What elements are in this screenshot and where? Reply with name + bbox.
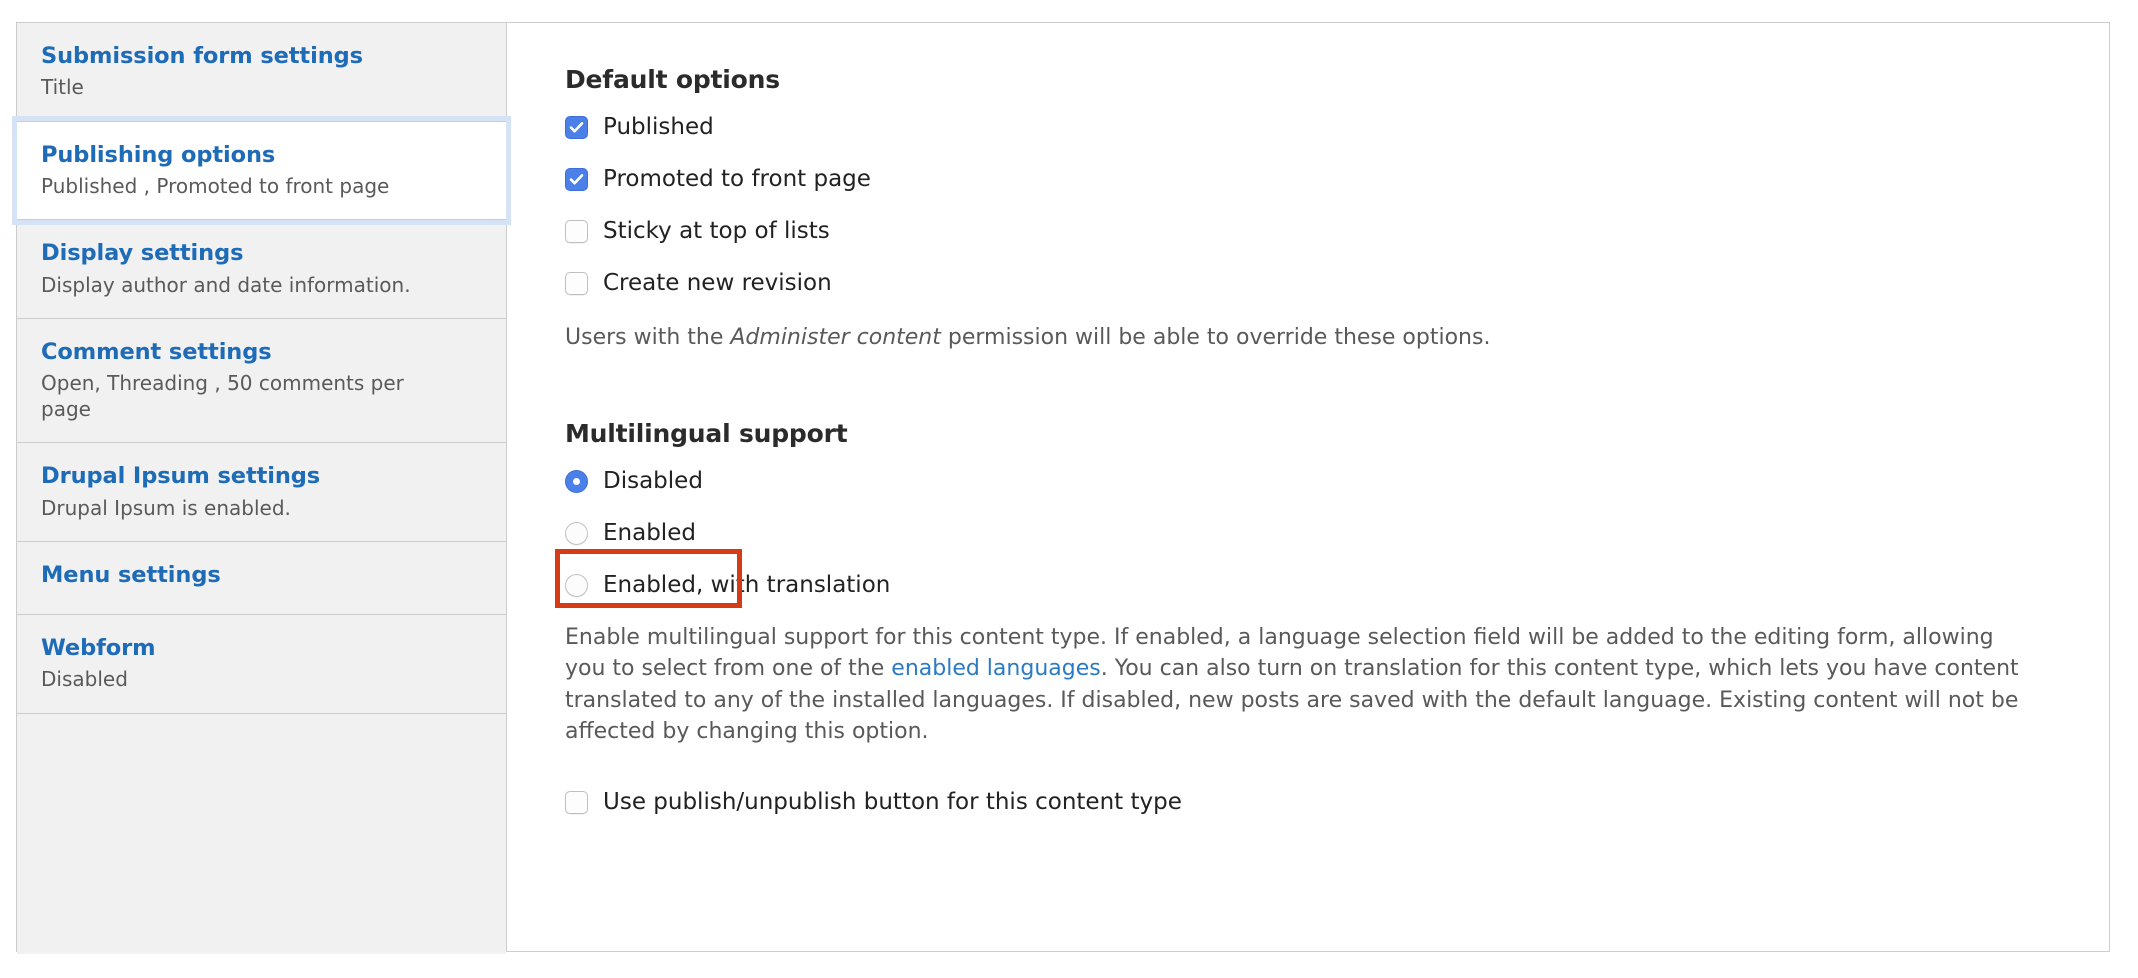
checkbox-row-create-new-revision[interactable]: Create new revision bbox=[565, 268, 2109, 298]
radio-row-enabled[interactable]: Enabled bbox=[565, 518, 2109, 548]
page-root: Submission form settings Title Publishin… bbox=[0, 0, 2138, 978]
checkbox-row-published[interactable]: Published bbox=[565, 112, 2109, 142]
sidebar-item-webform[interactable]: Webform Disabled bbox=[17, 615, 506, 715]
checkbox-row-promoted-to-front-page[interactable]: Promoted to front page bbox=[565, 164, 2109, 194]
checkbox-promoted-to-front-page-label[interactable]: Promoted to front page bbox=[603, 167, 871, 191]
enabled-languages-link[interactable]: enabled languages bbox=[891, 656, 1100, 681]
sidebar-item-title[interactable]: Display settings bbox=[41, 239, 482, 267]
description-text-before: Users with the bbox=[565, 325, 731, 350]
radio-row-enabled-with-translation[interactable]: Enabled, with translation bbox=[565, 570, 2109, 600]
vertical-tabs-menu: Submission form settings Title Publishin… bbox=[12, 23, 511, 955]
checkbox-publish-unpublish-button-label[interactable]: Use publish/unpublish button for this co… bbox=[603, 790, 1182, 814]
sidebar-item-menu-settings[interactable]: Menu settings bbox=[17, 542, 506, 616]
radio-enabled-with-translation-icon[interactable] bbox=[565, 573, 588, 597]
sidebar-item-publishing-options[interactable]: Publishing options Published , Promoted … bbox=[12, 115, 511, 226]
sidebar-item-drupal-ipsum-settings[interactable]: Drupal Ipsum settings Drupal Ipsum is en… bbox=[17, 443, 506, 543]
sidebar-item-title[interactable]: Comment settings bbox=[41, 338, 482, 366]
radio-row-disabled[interactable]: Disabled bbox=[565, 466, 2109, 496]
sidebar-item-comment-settings[interactable]: Comment settings Open, Threading , 50 co… bbox=[17, 319, 506, 444]
sidebar-item-title[interactable]: Drupal Ipsum settings bbox=[41, 462, 482, 490]
checkbox-published-label[interactable]: Published bbox=[603, 115, 714, 139]
radio-enabled-with-translation-label[interactable]: Enabled, with translation bbox=[603, 573, 890, 597]
description-emphasis: Administer content bbox=[730, 325, 941, 350]
checkbox-publish-unpublish-button-icon[interactable] bbox=[565, 790, 588, 814]
sidebar-item-title[interactable]: Publishing options bbox=[41, 141, 482, 169]
sidebar-item-title[interactable]: Menu settings bbox=[41, 561, 482, 589]
sidebar-item-summary: Disabled bbox=[41, 667, 128, 692]
checkbox-create-new-revision-icon[interactable] bbox=[565, 271, 588, 295]
radio-enabled-icon[interactable] bbox=[565, 521, 588, 545]
checkbox-row-publish-unpublish-button[interactable]: Use publish/unpublish button for this co… bbox=[565, 787, 2109, 817]
sidebar-item-display-settings[interactable]: Display settings Display author and date… bbox=[17, 220, 506, 320]
checkbox-promoted-to-front-page-icon[interactable] bbox=[565, 167, 588, 191]
sidebar-item-submission-form-settings[interactable]: Submission form settings Title bbox=[17, 23, 506, 122]
sidebar-empty-filler bbox=[17, 714, 506, 955]
vertical-tabs-container: Submission form settings Title Publishin… bbox=[12, 22, 2110, 955]
sidebar-item-title[interactable]: Webform bbox=[41, 634, 482, 662]
description-text-after: permission will be able to override thes… bbox=[940, 325, 1491, 350]
sidebar-item-summary: Display author and date information. bbox=[41, 272, 411, 297]
radio-enabled-label[interactable]: Enabled bbox=[603, 521, 696, 545]
checkbox-published-icon[interactable] bbox=[565, 115, 588, 139]
multilingual-support-heading: Multilingual support bbox=[565, 419, 848, 449]
default-options-heading: Default options bbox=[565, 65, 780, 94]
sidebar-item-summary: Title bbox=[41, 75, 84, 100]
sidebar-item-title[interactable]: Submission form settings bbox=[41, 42, 482, 70]
default-options-description: Users with the Administer content permis… bbox=[565, 322, 2015, 353]
checkbox-sticky-at-top-of-lists-label[interactable]: Sticky at top of lists bbox=[603, 219, 830, 243]
sidebar-item-summary: Published , Promoted to front page bbox=[41, 173, 390, 198]
radio-disabled-icon[interactable] bbox=[565, 469, 588, 493]
radio-disabled-label[interactable]: Disabled bbox=[603, 469, 703, 493]
checkbox-row-sticky-at-top-of-lists[interactable]: Sticky at top of lists bbox=[565, 216, 2109, 246]
radio-dot-icon bbox=[573, 477, 580, 485]
sidebar-item-summary: Open, Threading , 50 comments per page bbox=[41, 371, 404, 421]
checkbox-create-new-revision-label[interactable]: Create new revision bbox=[603, 271, 832, 295]
sidebar-item-summary: Drupal Ipsum is enabled. bbox=[41, 495, 291, 520]
settings-pane: Default options Published Promoted to fr… bbox=[507, 23, 2109, 951]
multilingual-support-description: Enable multilingual support for this con… bbox=[565, 622, 2025, 747]
checkbox-sticky-at-top-of-lists-icon[interactable] bbox=[565, 219, 588, 243]
